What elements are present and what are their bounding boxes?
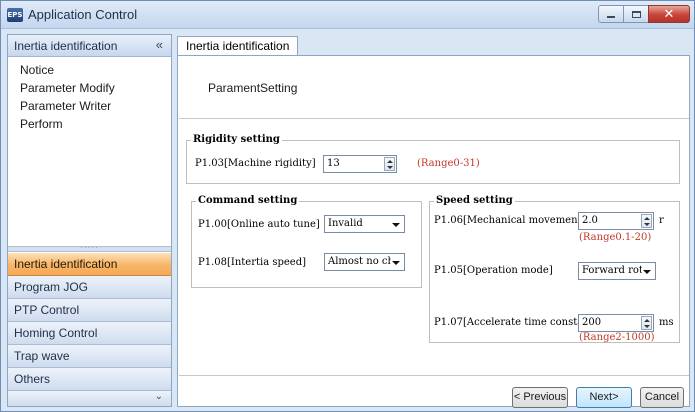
app-icon: EPS (7, 8, 23, 22)
accelerate-time-constant-spinner[interactable]: 200 (578, 314, 654, 332)
online-auto-tune-select[interactable]: Invalid (324, 215, 405, 233)
inertia-speed-select[interactable]: Almost no change (324, 253, 405, 271)
close-icon: ✕ (663, 6, 675, 22)
tab-inertia-identification[interactable]: Inertia identification (177, 36, 299, 56)
rigidity-setting-legend: Rigidity setting (191, 134, 282, 145)
spin-up-icon[interactable] (387, 160, 393, 163)
close-button[interactable]: ✕ (648, 5, 690, 23)
operation-mode-label: P1.05[Operation mode] (434, 265, 553, 276)
dropdown-arrow-icon (392, 261, 400, 265)
application-window: EPS Application Control ✕ Inertia identi… (0, 0, 695, 412)
minimize-button[interactable] (598, 5, 624, 23)
mechanical-movement-unit: r (659, 215, 664, 226)
operation-mode-select[interactable]: Forward rotation (578, 262, 656, 280)
sidebar-header[interactable]: Inertia identification « (8, 35, 171, 57)
sidebar-item-parameter-writer[interactable]: Parameter Writer (20, 97, 171, 115)
command-setting-group: Command setting P1.00[Online auto tune] … (191, 195, 422, 288)
sidebar-group-ptp-control[interactable]: PTP Control (8, 299, 171, 322)
next-button[interactable]: Next> (576, 387, 632, 408)
window-title: Application Control (28, 7, 138, 22)
spin-down-icon[interactable] (387, 166, 393, 169)
sidebar-group-trap-wave[interactable]: Trap wave (8, 345, 171, 368)
sidebar-footer[interactable]: ⌄ (8, 391, 171, 406)
accelerate-time-constant-unit: ms (659, 317, 674, 328)
command-setting-legend: Command setting (196, 195, 300, 206)
chevron-down-icon[interactable]: ⌄ (155, 391, 163, 402)
spinner-buttons[interactable] (641, 316, 652, 330)
spin-down-icon[interactable] (644, 223, 650, 226)
sidebar-group-homing-control[interactable]: Homing Control (8, 322, 171, 345)
spinner-buttons[interactable] (384, 157, 395, 171)
spin-up-icon[interactable] (644, 319, 650, 322)
sidebar-item-parameter-modify[interactable]: Parameter Modify (20, 79, 171, 97)
sidebar-header-label: Inertia identification (14, 39, 118, 53)
sidebar-splitter[interactable]: ····· (8, 244, 171, 252)
spin-down-icon[interactable] (644, 325, 650, 328)
footer-divider (179, 375, 689, 376)
spinner-buttons[interactable] (641, 214, 652, 228)
sidebar-item-perform[interactable]: Perform (20, 115, 171, 133)
machine-rigidity-value: 13 (327, 158, 340, 169)
inertia-speed-label: P1.08[Intertia speed] (198, 257, 307, 268)
rigidity-setting-group: Rigidity setting P1.03[Machine rigidity]… (186, 134, 680, 184)
previous-button[interactable]: < Previous (512, 387, 568, 408)
mechanical-movement-range: (Range0.1-20) (579, 232, 652, 243)
accelerate-time-constant-label: P1.07[Accelerate time constant] (434, 317, 598, 328)
speed-setting-group: Speed setting P1.06[Mechanical movement]… (429, 195, 680, 343)
main-panel: ParamentSetting Rigidity setting P1.03[M… (177, 55, 690, 408)
sidebar-group-program-jog[interactable]: Program JOG (8, 276, 171, 299)
inertia-speed-value: Almost no change (328, 256, 391, 267)
header-divider (179, 118, 689, 119)
spin-up-icon[interactable] (644, 217, 650, 220)
dropdown-arrow-icon (392, 223, 400, 227)
maximize-button[interactable] (623, 5, 649, 23)
dropdown-arrow-icon (643, 270, 651, 274)
mechanical-movement-label: P1.06[Mechanical movement] (434, 215, 586, 226)
machine-rigidity-spinner[interactable]: 13 (323, 155, 397, 173)
speed-setting-legend: Speed setting (434, 195, 515, 206)
online-auto-tune-label: P1.00[Online auto tune] (198, 219, 320, 230)
maximize-icon (631, 10, 641, 18)
machine-rigidity-range: (Range0-31) (417, 158, 480, 169)
accelerate-time-constant-value: 200 (582, 317, 602, 328)
cancel-button[interactable]: Cancel (640, 387, 684, 408)
sidebar-groups: Inertia identification Program JOG PTP C… (8, 253, 171, 391)
operation-mode-value: Forward rotation (582, 265, 642, 276)
mechanical-movement-spinner[interactable]: 2.0 (578, 212, 654, 230)
sidebar-item-notice[interactable]: Notice (20, 61, 171, 79)
window-controls: ✕ (598, 5, 690, 23)
sidebar-group-others[interactable]: Others (8, 368, 171, 391)
tab-bar: Inertia identification (177, 34, 690, 56)
title-bar[interactable]: EPS Application Control ✕ (1, 1, 694, 29)
sidebar-group-inertia-identification[interactable]: Inertia identification (8, 253, 171, 276)
collapse-chevron-icon[interactable]: « (156, 37, 163, 52)
machine-rigidity-label: P1.03[Machine rigidity] (195, 158, 316, 169)
accelerate-time-constant-range: (Range2-1000) (579, 332, 655, 343)
mechanical-movement-value: 2.0 (582, 215, 598, 226)
online-auto-tune-value: Invalid (328, 218, 363, 229)
page-title: ParamentSetting (208, 81, 298, 95)
sidebar-sub-list: Notice Parameter Modify Parameter Writer… (8, 57, 171, 133)
sidebar: Inertia identification « Notice Paramete… (7, 34, 172, 407)
minimize-icon (607, 16, 615, 18)
